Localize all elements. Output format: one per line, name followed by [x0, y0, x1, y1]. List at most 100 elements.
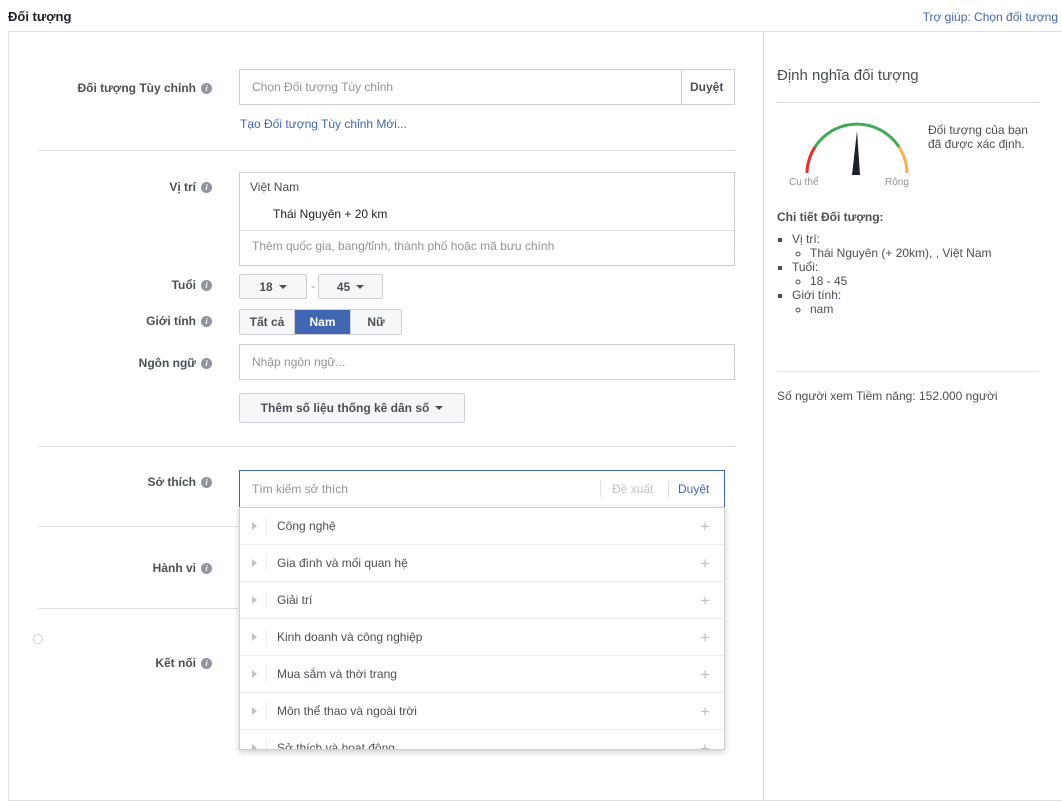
detail-gender-value: nam: [810, 302, 834, 316]
gender-label: Giới tính i: [146, 314, 212, 328]
info-icon[interactable]: i: [201, 658, 212, 670]
info-icon[interactable]: i: [201, 477, 212, 489]
gauge-description: Đối tượng của bạn đã được xác định.: [928, 123, 1028, 151]
plus-icon[interactable]: +: [700, 518, 710, 535]
plus-icon[interactable]: +: [700, 666, 710, 683]
custom-audience-placeholder: Chọn Đối tượng Tùy chỉnh: [252, 80, 394, 94]
potential-reach: Số người xem Tiềm năng: 152.000 người: [777, 389, 998, 403]
expand-arrow-icon[interactable]: [252, 670, 257, 678]
category-row[interactable]: Môn thể thao và ngoài trời +: [240, 693, 724, 730]
language-input[interactable]: Nhập ngôn ngữ...: [239, 344, 735, 380]
divider: [681, 70, 682, 104]
info-icon[interactable]: i: [201, 83, 212, 95]
location-label: Vị trí i: [169, 180, 212, 194]
loading-icon: [33, 634, 43, 644]
gender-male-button[interactable]: Nam: [295, 310, 351, 334]
expand-arrow-icon[interactable]: [252, 707, 257, 715]
location-city[interactable]: Thái Nguyên + 20 km: [273, 207, 387, 221]
plus-icon[interactable]: +: [700, 703, 710, 720]
expand-arrow-icon[interactable]: [252, 522, 257, 530]
chevron-down-icon: [356, 284, 365, 289]
language-label: Ngôn ngữ i: [139, 356, 212, 370]
expand-arrow-icon[interactable]: [252, 633, 257, 641]
age-label-text: Tuổi: [171, 278, 196, 292]
audience-definition-title: Định nghĩa đối tượng: [777, 67, 919, 84]
detail-age-label: Tuổi:: [792, 260, 819, 274]
gender-all-button[interactable]: Tất cả: [240, 310, 295, 334]
connections-label: Kết nối i: [155, 656, 212, 670]
category-row[interactable]: Kinh doanh và công nghiệp +: [240, 619, 724, 656]
gender-selector: Tất cả Nam Nữ: [239, 309, 402, 335]
location-search-input[interactable]: Thêm quốc gia, bang/tỉnh, thành phố hoặc…: [252, 239, 554, 253]
category-row[interactable]: Gia đình và mối quan hệ +: [240, 545, 724, 582]
info-icon[interactable]: i: [201, 563, 212, 575]
category-row[interactable]: Sở thích và hoạt động +: [240, 730, 724, 750]
plus-icon[interactable]: +: [700, 740, 710, 749]
detail-location-label: Vị trí:: [792, 232, 821, 246]
language-label-text: Ngôn ngữ: [138, 356, 196, 370]
expand-arrow-icon[interactable]: [252, 559, 257, 567]
age-separator: -: [311, 279, 315, 293]
location-box: Việt Nam Thái Nguyên + 20 km Thêm quốc g…: [239, 172, 735, 266]
category-label: Kinh doanh và công nghiệp: [277, 630, 423, 644]
category-row[interactable]: Mua sắm và thời trang +: [240, 656, 724, 693]
category-label: Sở thích và hoạt động: [277, 741, 395, 750]
interests-suggest-button[interactable]: Đề xuất: [612, 482, 653, 496]
interests-label-text: Sở thích: [147, 475, 196, 489]
category-row[interactable]: Công nghệ +: [240, 508, 724, 545]
location-label-text: Vị trí: [169, 180, 196, 194]
gender-female-button[interactable]: Nữ: [351, 310, 401, 334]
gauge-specific-segment: [805, 146, 817, 174]
plus-icon[interactable]: +: [700, 555, 710, 572]
plus-icon[interactable]: +: [700, 592, 710, 609]
divider: [38, 526, 238, 527]
gauge-broad-label: Rộng: [885, 177, 909, 188]
divider: [38, 446, 735, 447]
language-placeholder: Nhập ngôn ngữ...: [252, 355, 346, 369]
expand-arrow-icon[interactable]: [252, 744, 257, 749]
custom-audience-label-text: Đối tượng Tùy chỉnh: [77, 81, 196, 95]
custom-audience-browse-button[interactable]: Duyệt: [690, 80, 723, 94]
info-icon[interactable]: i: [201, 280, 212, 292]
interests-search-input[interactable]: Tìm kiếm sở thích Đề xuất Duyệt: [239, 470, 725, 508]
custom-audience-input[interactable]: Chọn Đối tượng Tùy chỉnh Duyệt: [239, 69, 735, 105]
gauge-needle: [852, 131, 860, 175]
audience-gauge: [805, 122, 909, 175]
help-link[interactable]: Trợ giúp: Chọn đối tượng: [923, 10, 1058, 24]
detail-location-value: Thái Nguyên (+ 20km), , Việt Nam: [810, 246, 992, 260]
plus-icon[interactable]: +: [700, 629, 710, 646]
info-icon[interactable]: i: [201, 358, 212, 370]
detail-gender-label: Giới tính:: [792, 288, 842, 302]
expand-arrow-icon[interactable]: [252, 596, 257, 604]
category-label: Môn thể thao và ngoài trời: [277, 704, 417, 718]
connections-label-text: Kết nối: [155, 656, 196, 670]
chevron-down-icon: [435, 406, 444, 410]
gauge-broad-segment: [897, 146, 909, 174]
audience-details-list: Vị trí: Thái Nguyên (+ 20km), , Việt Nam…: [777, 232, 1037, 316]
detail-age-value: 18 - 45: [810, 274, 848, 288]
create-custom-audience-link[interactable]: Tạo Đối tượng Tùy chỉnh Mới...: [240, 117, 407, 131]
location-country: Việt Nam: [250, 180, 300, 194]
category-label: Công nghệ: [277, 519, 336, 533]
age-max-dropdown[interactable]: 45: [318, 274, 383, 299]
category-row[interactable]: Giải trí +: [240, 582, 724, 619]
divider: [38, 608, 238, 609]
age-label: Tuổi i: [172, 278, 212, 292]
age-min-dropdown[interactable]: 18: [239, 274, 307, 299]
page-title: Đối tượng: [8, 9, 72, 24]
add-demographics-button[interactable]: Thêm số liệu thống kê dân số: [239, 393, 465, 423]
divider: [777, 102, 1039, 103]
audience-details-title: Chi tiết Đối tượng:: [777, 210, 884, 224]
info-icon[interactable]: i: [201, 316, 212, 328]
interests-placeholder: Tìm kiếm sở thích: [252, 482, 348, 496]
chevron-down-icon: [278, 284, 287, 289]
interests-browse-button[interactable]: Duyệt: [678, 482, 709, 496]
category-label: Gia đình và mối quan hệ: [277, 556, 408, 570]
category-label: Mua sắm và thời trang: [277, 667, 397, 681]
info-icon[interactable]: i: [201, 182, 212, 194]
age-max-value: 45: [336, 279, 351, 294]
divider: [600, 481, 601, 497]
divider: [777, 371, 1039, 372]
gender-label-text: Giới tính: [146, 314, 196, 328]
divider: [38, 150, 735, 151]
